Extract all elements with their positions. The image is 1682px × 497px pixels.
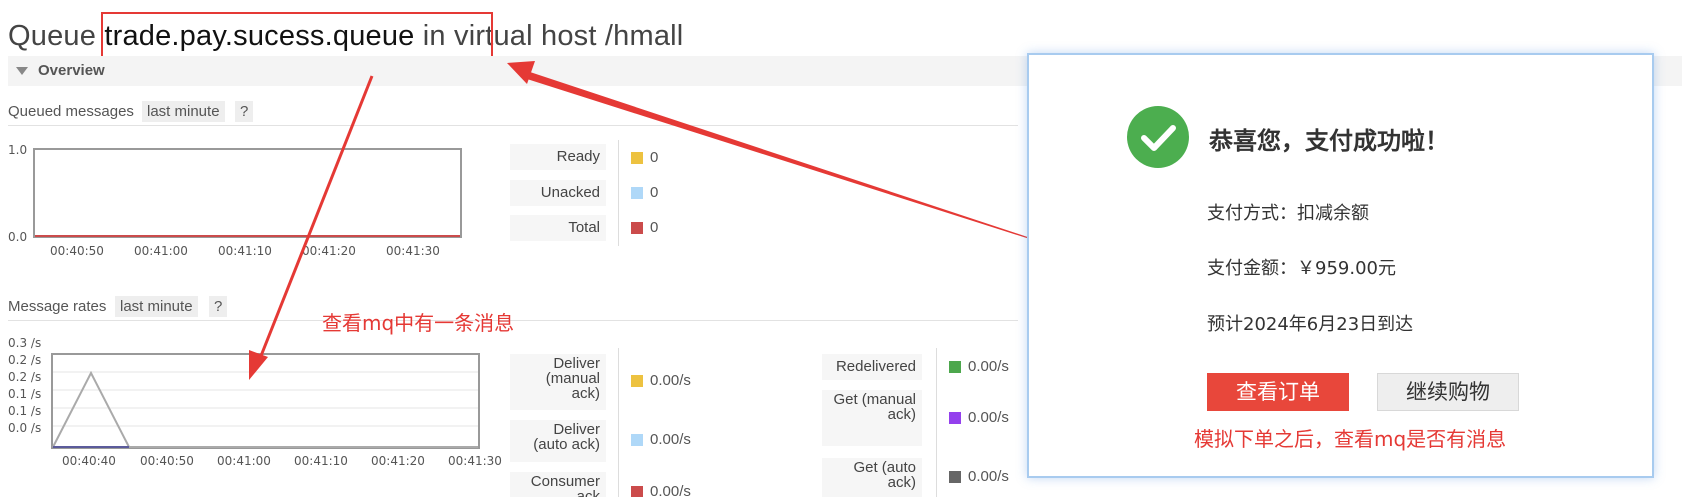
annotation-simulate-order: 模拟下单之后，查看mq是否有消息 <box>1194 427 1507 451</box>
arrow-to-chart-head <box>249 350 268 380</box>
check-circle-icon <box>1127 106 1189 168</box>
continue-shopping-button[interactable]: 继续购物 <box>1377 373 1519 411</box>
arrow-to-chart <box>255 75 374 367</box>
pay-method: 支付方式：扣减余额 <box>1207 203 1369 224</box>
arrow-to-title-head <box>507 61 535 84</box>
delivery-eta: 预计2024年6月23日到达 <box>1207 314 1414 335</box>
pay-amount: 支付金额：￥959.00元 <box>1207 258 1396 279</box>
dialog-title: 恭喜您，支付成功啦！ <box>1209 127 1449 155</box>
payment-success-dialog: 恭喜您，支付成功啦！ 支付方式：扣减余额 支付金额：￥959.00元 预计202… <box>1027 53 1654 478</box>
view-order-button[interactable]: 查看订单 <box>1207 373 1349 411</box>
